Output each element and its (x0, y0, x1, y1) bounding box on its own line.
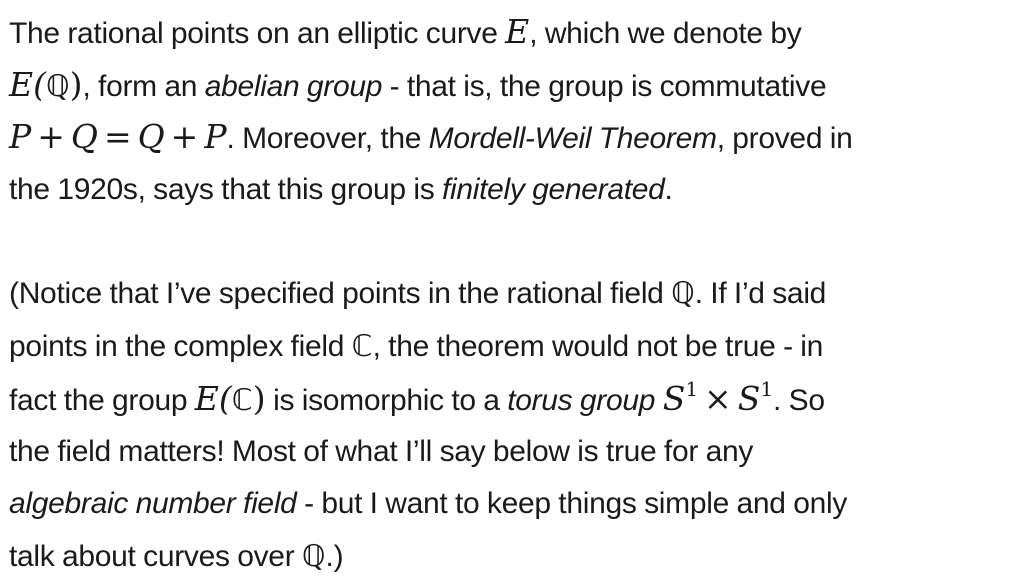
text-run: . Moreover, the (227, 122, 429, 155)
emphasis-algebraic-number-field: algebraic number field (9, 487, 297, 520)
paragraph-spacer (9, 216, 1036, 268)
math-run: S (663, 379, 686, 418)
text-run: - that is, the group is commutative (382, 70, 826, 103)
math-e-of-q: E(ℚ) (9, 65, 82, 104)
math-e-of-c: E(ℂ) (195, 379, 266, 418)
math-curve-e: E (505, 12, 529, 51)
text-run: . If I’d said (695, 277, 826, 310)
text-line: talk about curves over ℚ.) (9, 531, 1036, 583)
math-commutativity: P+Q=Q+P (9, 117, 227, 156)
math-operator: × (698, 379, 738, 418)
math-rationals-symbol: ℚ (671, 276, 695, 311)
math-run: Q (138, 117, 165, 156)
text-line: algebraic number field - but I want to k… (9, 478, 1036, 531)
math-run: Q (71, 117, 98, 156)
text-run: . So (773, 384, 825, 417)
math-operator: = (98, 117, 138, 156)
text-line: P+Q=Q+P. Moreover, the Mordell-Weil Theo… (9, 111, 1036, 164)
text-line: points in the complex field ℂ, the theor… (9, 321, 1036, 374)
text-run: fact the group (9, 384, 195, 417)
text-run: the field matters! Most of what I’ll say… (9, 435, 753, 468)
text-run: . (665, 173, 673, 206)
math-complex-symbol: ℂ (352, 329, 373, 364)
text-line: (Notice that I’ve specified points in th… (9, 268, 1036, 321)
math-run: ) (70, 65, 83, 104)
math-rationals-symbol: ℚ (302, 539, 326, 574)
emphasis-abelian-group: abelian group (205, 70, 382, 103)
document-body: The rational points on an elliptic curve… (0, 0, 1036, 582)
text-run: , proved in (717, 122, 853, 155)
text-run: - but I want to keep things simple and o… (297, 487, 847, 520)
paragraph-field-notice: (Notice that I’ve specified points in th… (9, 268, 1036, 583)
text-line: The rational points on an elliptic curve… (9, 6, 1036, 59)
emphasis-finitely-generated: finitely generated (442, 173, 665, 206)
text-line: the field matters! Most of what I’ll say… (9, 426, 1036, 479)
math-superscript: 1 (685, 377, 698, 401)
text-run: , the theorem would not be true - in (373, 330, 823, 363)
math-operator: + (31, 117, 71, 156)
text-line: E(ℚ), form an abelian group - that is, t… (9, 59, 1036, 112)
text-run: (Notice that I’ve specified points in th… (9, 277, 671, 310)
math-rationals-symbol: ℚ (46, 69, 70, 104)
math-run: P (204, 117, 226, 156)
text-run: points in the complex field (9, 330, 352, 363)
math-run: E( (9, 65, 46, 104)
text-run: The rational points on an elliptic curve (9, 17, 505, 50)
math-run: P (9, 117, 31, 156)
text-run: .) (326, 540, 344, 573)
text-run: talk about curves over (9, 540, 302, 573)
math-run: E( (195, 379, 232, 418)
emphasis-torus-group: torus group (507, 384, 655, 417)
math-superscript: 1 (760, 377, 773, 401)
text-run: the 1920s, says that this group is (9, 173, 442, 206)
emphasis-mordell-weil-theorem: Mordell-Weil Theorem (429, 122, 717, 155)
text-run: , form an (82, 70, 204, 103)
math-torus-product: S1×S1 (663, 379, 773, 418)
text-line: the 1920s, says that this group is finit… (9, 164, 1036, 217)
math-complex-symbol: ℂ (232, 383, 253, 418)
text-line: fact the group E(ℂ) is isomorphic to a t… (9, 373, 1036, 426)
text-run: is isomorphic to a (266, 384, 508, 417)
math-operator: + (165, 117, 205, 156)
text-run: , which we denote by (529, 17, 801, 50)
math-run: ) (253, 379, 266, 418)
paragraph-mordell-weil: The rational points on an elliptic curve… (9, 6, 1036, 216)
math-run: S (738, 379, 761, 418)
